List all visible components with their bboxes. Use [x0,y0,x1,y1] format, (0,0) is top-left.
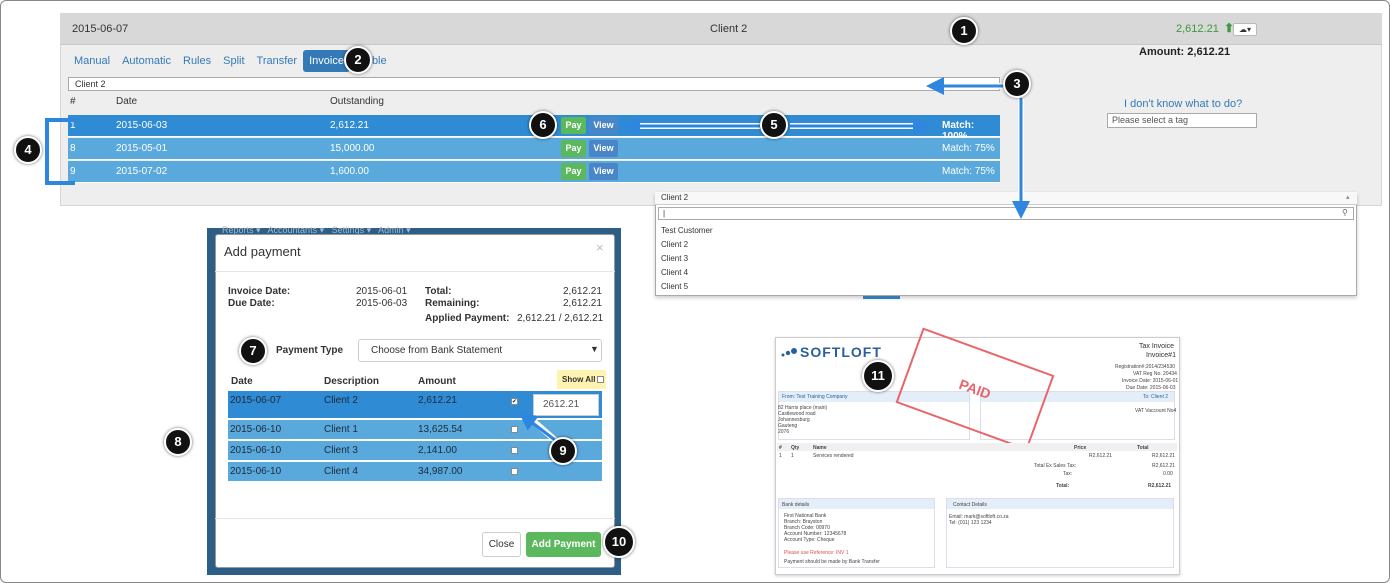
callout-3: 3 [1003,70,1031,98]
callout-9: 9 [549,437,577,465]
rows-bracket [45,118,75,185]
callout-6: 6 [529,111,557,139]
callout-1: 1 [950,17,978,45]
callout-5: 5 [760,111,788,139]
callout-4: 4 [14,136,42,164]
callout-7: 7 [239,337,267,365]
arrow-to-checkbox [518,412,556,442]
callout-10: 10 [603,526,635,558]
callout-8: 8 [164,428,192,456]
annotation-arrows [518,77,1030,443]
callout-11: 11 [862,360,894,392]
callout-2: 2 [344,46,372,74]
